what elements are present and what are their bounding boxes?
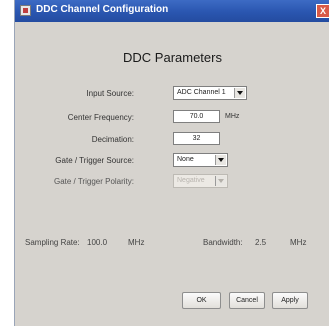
- close-button[interactable]: X: [316, 4, 329, 18]
- sampling-rate-label: Sampling Rate:: [25, 238, 80, 247]
- gate-trigger-polarity-value: Negative: [177, 177, 205, 184]
- input-source-value: ADC Channel 1: [177, 89, 226, 96]
- input-source-select[interactable]: ADC Channel 1: [173, 86, 247, 100]
- cancel-button[interactable]: Cancel: [229, 292, 265, 309]
- center-frequency-unit: MHz: [225, 113, 240, 120]
- decimation-input[interactable]: 32: [173, 132, 220, 145]
- bandwidth-label: Bandwidth:: [203, 238, 243, 247]
- chevron-down-icon[interactable]: [234, 88, 245, 98]
- page-title: DDC Parameters: [123, 50, 222, 65]
- chevron-down-icon[interactable]: [215, 155, 226, 165]
- gate-trigger-polarity-select: Negative: [173, 174, 228, 188]
- bandwidth-unit: MHz: [290, 238, 307, 247]
- window-title: DDC Channel Configuration: [36, 4, 169, 15]
- sampling-rate-value: 100.0: [87, 238, 108, 247]
- app-icon: [20, 5, 31, 16]
- apply-button[interactable]: Apply: [272, 292, 308, 309]
- center-frequency-label: Center Frequency:: [67, 113, 134, 122]
- title-bar[interactable]: DDC Channel Configuration X: [15, 0, 329, 22]
- gate-trigger-source-value: None: [177, 156, 194, 163]
- ddc-config-window: DDC Channel Configuration X DDC Paramete…: [14, 0, 329, 326]
- chevron-down-icon: [215, 176, 226, 186]
- dialog-content: DDC Parameters Input Source: ADC Channel…: [15, 22, 329, 326]
- center-frequency-input[interactable]: 70.0: [173, 110, 220, 123]
- gate-trigger-source-label: Gate / Trigger Source:: [55, 156, 134, 165]
- decimation-label: Decimation:: [91, 135, 134, 144]
- input-source-label: Input Source:: [86, 89, 134, 98]
- gate-trigger-source-select[interactable]: None: [173, 153, 228, 167]
- bandwidth-value: 2.5: [255, 238, 267, 247]
- sampling-rate-unit: MHz: [128, 238, 145, 247]
- gate-trigger-polarity-label: Gate / Trigger Polarity:: [53, 177, 134, 186]
- ok-button[interactable]: OK: [182, 292, 221, 309]
